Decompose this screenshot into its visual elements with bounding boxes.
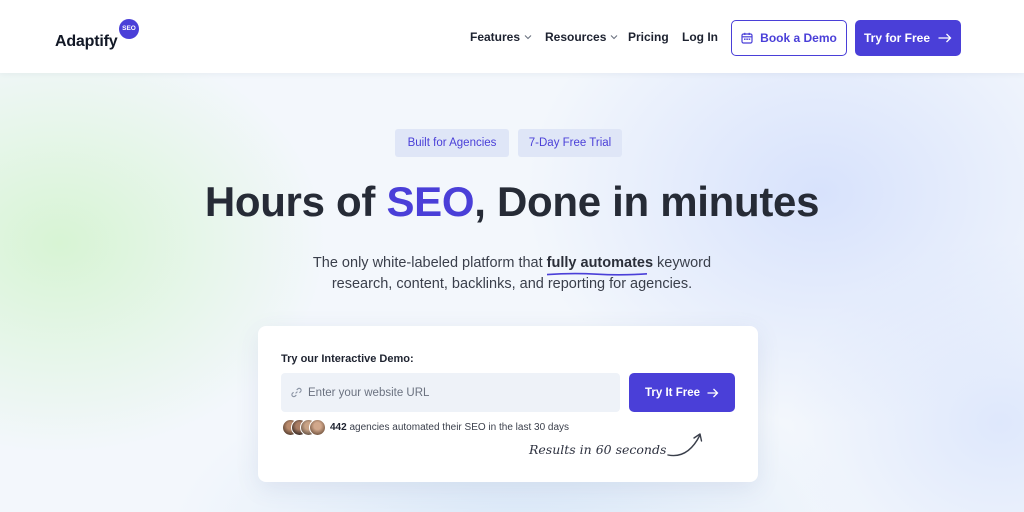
chevron-down-icon <box>524 35 532 40</box>
avatar-stack <box>282 419 328 436</box>
sub-highlight: fully automates <box>546 253 654 276</box>
nav-features-label: Features <box>470 30 521 44</box>
try-it-free-button[interactable]: Try It Free <box>629 373 735 412</box>
demo-card-title: Try our Interactive Demo: <box>281 353 414 365</box>
nav-login[interactable]: Log In <box>682 30 718 44</box>
site-header: Adaptify SEO Features Resources Pricing … <box>0 0 1024 73</box>
sub-line2: research, content, backlinks, and report… <box>331 276 693 292</box>
nav-features[interactable]: Features <box>470 30 532 44</box>
logo-text: Adaptify <box>55 33 118 50</box>
logo-seo-badge: SEO <box>119 19 139 39</box>
headline-part-1: Hours of <box>204 178 387 225</box>
hero-headline: Hours of SEO, Done in minutes <box>0 178 1024 226</box>
nav-login-label: Log In <box>682 30 718 44</box>
website-url-input[interactable] <box>308 386 608 399</box>
try-it-free-label: Try It Free <box>645 386 700 399</box>
avatar <box>309 419 326 436</box>
hero-subheadline: The only white-labeled platform that ful… <box>0 253 1024 295</box>
book-demo-button[interactable]: Book a Demo <box>731 20 847 56</box>
interactive-demo-card: Try our Interactive Demo: Try It Free 44… <box>258 326 758 482</box>
try-for-free-button[interactable]: Try for Free <box>855 20 961 56</box>
sub-line1-before: The only white-labeled platform that <box>312 255 547 271</box>
sub-line1-after: keyword <box>653 255 712 271</box>
proof-label: agencies automated their SEO in the last… <box>346 422 570 433</box>
logo[interactable]: Adaptify SEO <box>55 19 145 55</box>
website-url-field[interactable] <box>281 373 620 412</box>
headline-accent: SEO <box>386 178 475 225</box>
proof-count: 442 <box>330 422 347 433</box>
social-proof-text: 442 agencies automated their SEO in the … <box>330 422 569 433</box>
badge-built-for-agencies: Built for Agencies <box>395 129 509 157</box>
sub-highlight-text: fully automates <box>546 255 654 271</box>
underline-squiggle <box>546 272 647 276</box>
curved-arrow-icon <box>667 433 703 457</box>
nav-resources[interactable]: Resources <box>545 30 618 44</box>
headline-part-2: , Done in minutes <box>474 178 820 225</box>
nav-pricing-label: Pricing <box>628 30 669 44</box>
results-note: Results in 60 seconds <box>529 442 667 457</box>
nav-pricing[interactable]: Pricing <box>628 30 669 44</box>
nav-resources-label: Resources <box>545 30 607 44</box>
try-for-free-label: Try for Free <box>863 31 931 45</box>
book-demo-label: Book a Demo <box>760 31 837 45</box>
link-icon <box>291 387 302 398</box>
arrow-right-icon <box>707 388 719 397</box>
badge-free-trial: 7-Day Free Trial <box>518 129 622 157</box>
arrow-right-icon <box>938 33 952 43</box>
calendar-icon <box>741 32 753 44</box>
chevron-down-icon <box>610 35 618 40</box>
